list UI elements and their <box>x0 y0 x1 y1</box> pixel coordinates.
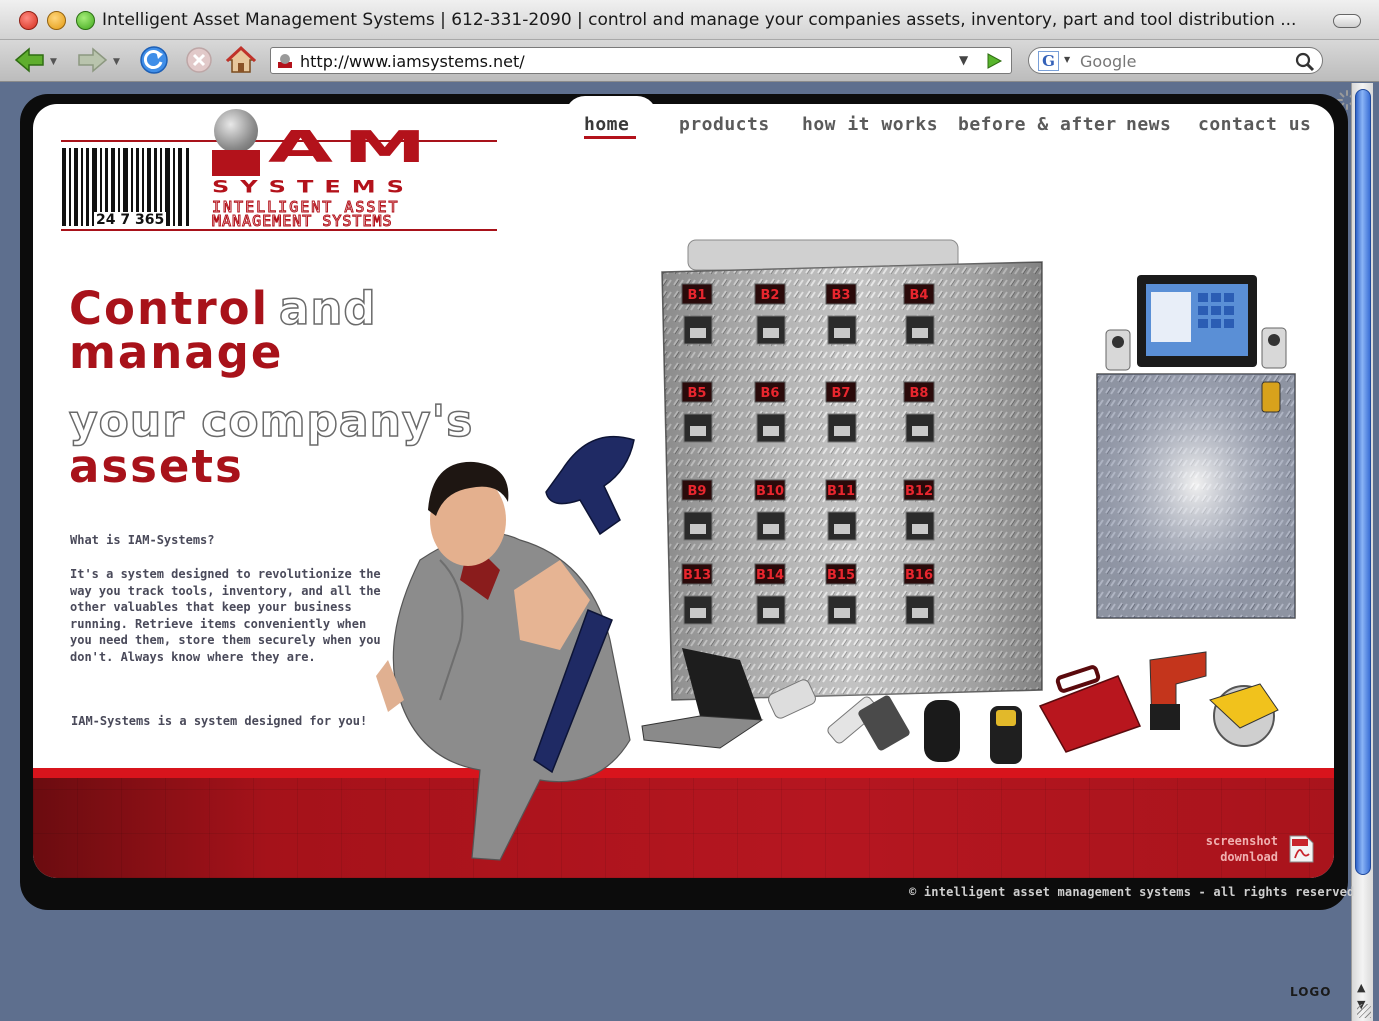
locker-item <box>690 426 706 436</box>
locker-label-text: B1 <box>688 288 707 303</box>
locker-item <box>912 524 928 534</box>
locker-label-text: B15 <box>827 568 855 583</box>
screenshot-download-link[interactable]: screenshot download <box>1196 833 1278 865</box>
locker-item <box>834 524 850 534</box>
locker-label-text: B13 <box>683 568 711 583</box>
pdf-download-icon[interactable] <box>1287 834 1315 864</box>
locker-label-text: B10 <box>756 484 784 499</box>
man-with-wrench-image <box>376 435 635 861</box>
locker-item <box>690 524 706 534</box>
locker-label-text: B7 <box>832 386 851 401</box>
locker-item <box>763 608 779 618</box>
locker-item <box>763 426 779 436</box>
locker-item <box>834 426 850 436</box>
locker-label-text: B2 <box>761 288 780 303</box>
locker-item <box>690 328 706 338</box>
locker-label-text: B5 <box>688 386 707 401</box>
locker-label-text: B3 <box>832 288 851 303</box>
locker-item <box>912 426 928 436</box>
locker-item <box>834 608 850 618</box>
locker-label-text: B6 <box>761 386 780 401</box>
corner-logo-text: LOGO <box>1290 985 1332 999</box>
locker-label-text: B12 <box>905 484 933 499</box>
locker-label-text: B8 <box>910 386 929 401</box>
locker-item <box>912 328 928 338</box>
locker-label-text: B4 <box>910 288 929 303</box>
hero-product-illustration: B1 B2 B3 B4 B5 B6 B7 B8 B9 B10 B11 B12 B13 B14 B15 B16 <box>376 239 1296 861</box>
locker-label-text: B16 <box>905 568 933 583</box>
kiosk-image <box>1096 275 1296 619</box>
locker-item <box>834 328 850 338</box>
locker-cabinet-image: B1 B2 B3 B4 B5 B6 B7 B8 B9 B10 B11 B12 B13 B14 B15 B16 <box>661 239 1043 701</box>
locker-item <box>763 524 779 534</box>
locker-label-text: B9 <box>688 484 707 499</box>
locker-item <box>690 608 706 618</box>
screenshot-download-line2: download <box>1220 850 1278 864</box>
locker-item <box>763 328 779 338</box>
locker-label-text: B11 <box>827 484 855 499</box>
locker-label-text: B14 <box>756 568 784 583</box>
locker-item <box>912 608 928 618</box>
copyright-text: © intelligent asset management systems -… <box>909 885 1355 899</box>
screenshot-download-line1: screenshot <box>1205 834 1278 848</box>
